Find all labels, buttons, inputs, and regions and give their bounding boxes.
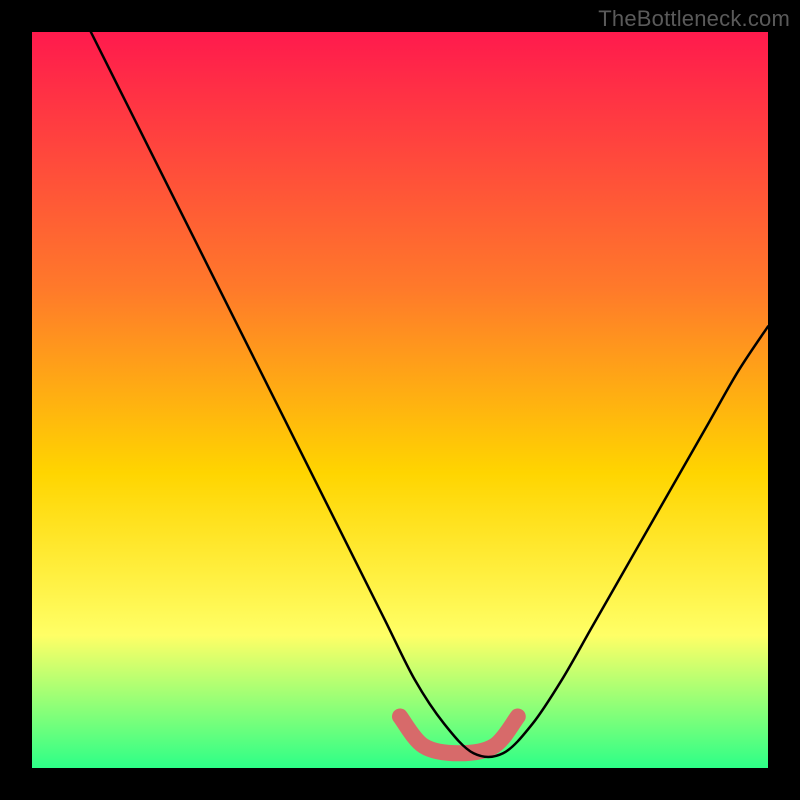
- plot-area: [32, 32, 768, 768]
- chart-svg: [0, 0, 800, 800]
- chart-stage: TheBottleneck.com: [0, 0, 800, 800]
- watermark-text: TheBottleneck.com: [598, 6, 790, 32]
